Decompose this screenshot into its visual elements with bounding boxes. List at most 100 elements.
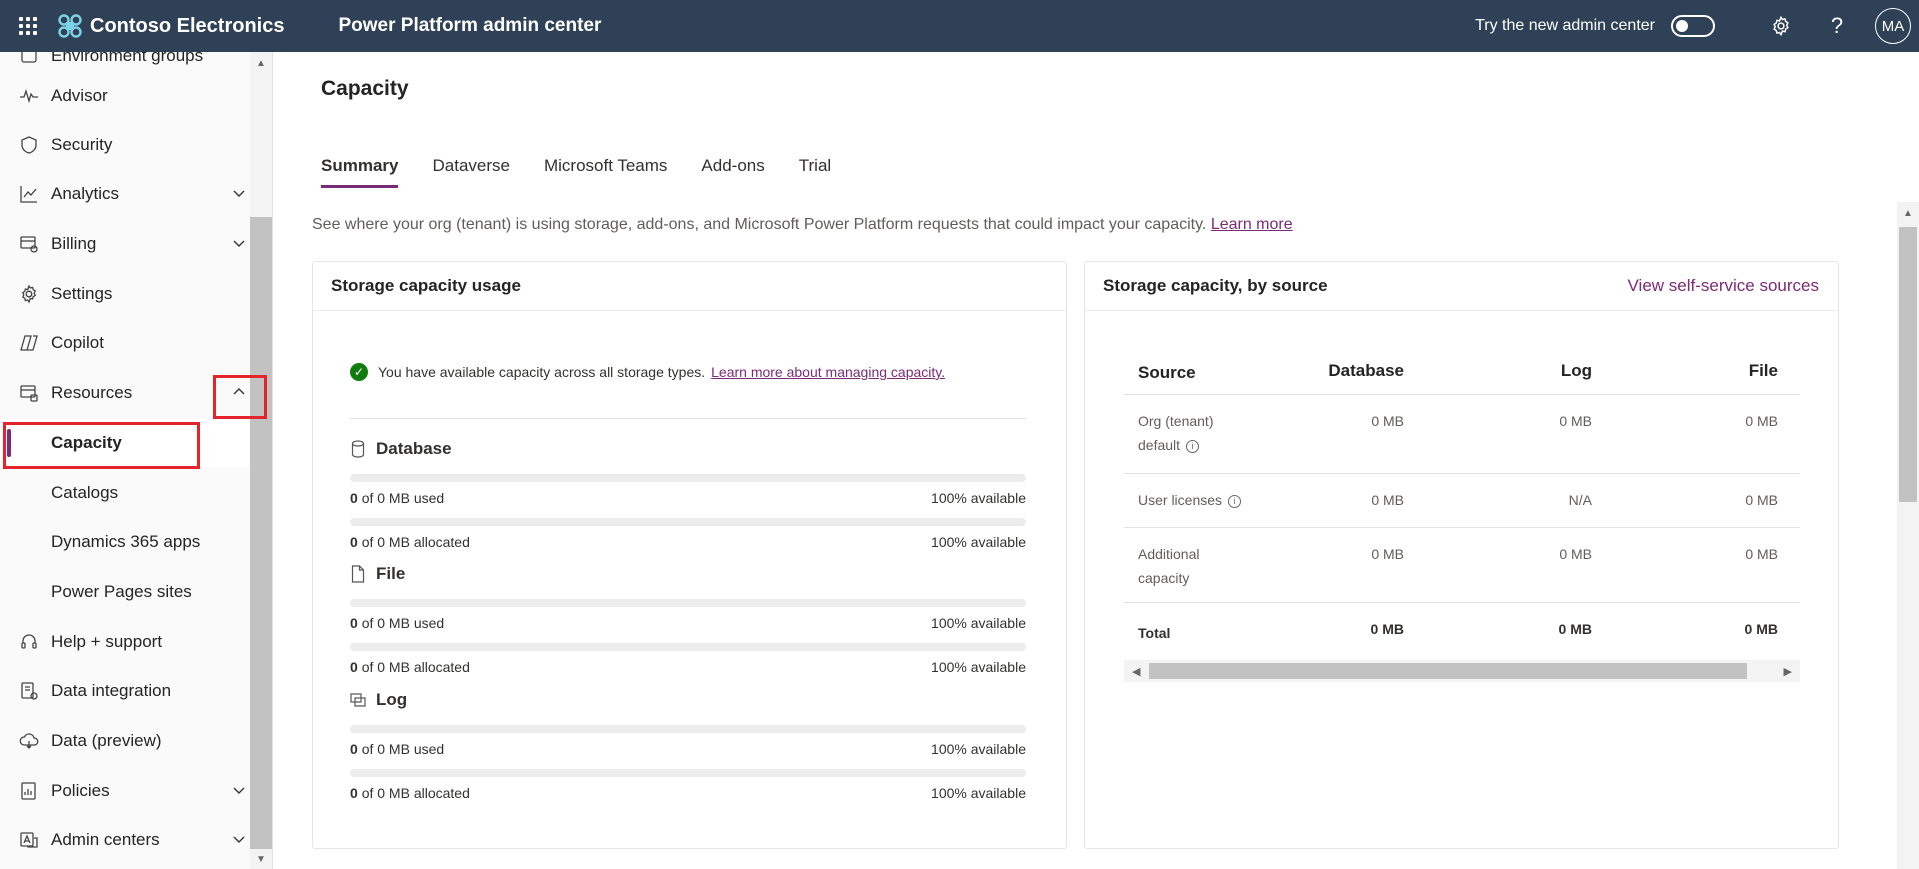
sidebar-item-power-pages-sites[interactable]: Power Pages sites (0, 568, 252, 616)
scroll-up-arrow-icon[interactable]: ▲ (1902, 208, 1914, 219)
view-self-service-sources-link[interactable]: View self-service sources (1628, 276, 1819, 296)
tab-summary[interactable]: Summary (321, 156, 399, 188)
copilot-icon (19, 333, 39, 353)
usage-detail: of 0 MB used (361, 615, 445, 631)
database-icon (351, 440, 365, 458)
learn-more-link[interactable]: Learn more (1211, 216, 1293, 233)
scroll-right-arrow-icon[interactable]: ▶ (1784, 665, 1792, 678)
page-title: Capacity (321, 77, 409, 100)
sidebar-item-data-integration[interactable]: Data integration (0, 667, 252, 715)
toggle-knob (1676, 20, 1688, 32)
brand-logo-icon (58, 14, 82, 38)
intro-sentence: See where your org (tenant) is using sto… (312, 216, 1207, 233)
tab-microsoft-teams[interactable]: Microsoft Teams (544, 156, 667, 188)
usage-text: 0 of 0 MB used (350, 490, 444, 506)
sidebar-item-label: Resources (51, 383, 133, 402)
usage-bar (350, 643, 1026, 651)
usage-text: 0 of 0 MB allocated (350, 659, 470, 675)
availability-text: 100% available (931, 741, 1026, 757)
sidebar-item-catalogs[interactable]: Catalogs (0, 469, 252, 517)
sidebar-item-dynamics-365-apps[interactable]: Dynamics 365 apps (0, 518, 252, 566)
column-header-file[interactable]: File (1749, 361, 1778, 381)
main-scrollbar[interactable]: ▲ (1897, 202, 1919, 869)
sidebar-item-advisor[interactable]: Advisor (0, 72, 252, 120)
usage-detail: of 0 MB allocated (361, 659, 470, 675)
headset-icon (19, 632, 39, 652)
gear-icon (1773, 15, 1789, 37)
brand[interactable]: Contoso Electronics (56, 12, 284, 40)
notice-text: You have available capacity across all s… (378, 364, 706, 380)
sidebar-item-billing[interactable]: Billing (0, 220, 252, 268)
usage-value: 0 (350, 741, 358, 757)
help-button[interactable]: ? (1809, 0, 1865, 52)
sidebar-item-policies[interactable]: Policies (0, 767, 252, 815)
sidebar-item-label: Help + support (51, 632, 163, 651)
sidebar-item-label: Dynamics 365 apps (51, 532, 201, 551)
usage-value: 0 (350, 615, 358, 631)
tab-add-ons[interactable]: Add-ons (701, 156, 764, 188)
sidebar-item-data-preview[interactable]: Data (preview) (0, 717, 252, 765)
log-cell: 0 MB (1559, 413, 1592, 429)
chart-line-icon (19, 184, 39, 204)
managing-capacity-link[interactable]: Learn more about managing capacity. (711, 364, 945, 380)
availability-text: 100% available (931, 615, 1026, 631)
scroll-left-arrow-icon[interactable]: ◀ (1132, 665, 1140, 678)
usage-value: 0 (350, 534, 358, 550)
tab-dataverse[interactable]: Dataverse (432, 156, 509, 188)
file-cell: 0 MB (1745, 492, 1778, 508)
main-scrollbar-thumb[interactable] (1899, 227, 1917, 502)
horizontal-scrollbar-thumb[interactable] (1149, 663, 1747, 679)
file-section-title: File (350, 562, 1026, 586)
database-section: Database 0 of 0 MB used 100% available 0… (350, 437, 1026, 562)
intro-text: See where your org (tenant) is using sto… (312, 216, 1293, 234)
column-header-log[interactable]: Log (1561, 361, 1592, 381)
sidebar-item-admin-centers[interactable]: Admin centers (0, 816, 252, 864)
sidebar-item-copilot[interactable]: Copilot (0, 319, 252, 367)
file-allocated-row: 0 of 0 MB allocated 100% available (350, 643, 1026, 687)
chevron-down-icon[interactable] (230, 234, 248, 252)
sidebar-scrollbar-thumb[interactable] (250, 217, 272, 849)
sidebar-item-label: Copilot (51, 333, 104, 352)
column-header-source[interactable]: Source (1138, 361, 1258, 385)
avatar[interactable]: MA (1875, 8, 1911, 44)
sidebar-item-label: Billing (51, 234, 97, 253)
usage-text: 0 of 0 MB used (350, 741, 444, 757)
usage-value: 0 (350, 659, 358, 675)
column-header-database[interactable]: Database (1328, 361, 1404, 381)
sidebar-item-settings[interactable]: Settings (0, 270, 252, 318)
log-cell: 0 MB (1559, 546, 1592, 562)
try-new-admin-center-toggle[interactable] (1671, 15, 1715, 37)
sidebar-scrollbar[interactable]: ▲ ▼ (250, 52, 272, 869)
chevron-down-icon[interactable] (230, 781, 248, 799)
database-allocated-row: 0 of 0 MB allocated 100% available (350, 518, 1026, 562)
pulse-icon (19, 86, 39, 106)
scroll-down-arrow-icon[interactable]: ▼ (255, 854, 267, 865)
table-horizontal-scrollbar[interactable]: ◀ ▶ (1124, 660, 1800, 682)
chevron-down-icon[interactable] (230, 184, 248, 202)
source-cell: Org (tenant) default i (1138, 409, 1233, 457)
data-integration-icon (19, 681, 39, 701)
availability-text: 100% available (931, 785, 1026, 801)
sidebar-item-label: Admin centers (51, 830, 160, 849)
database-cell: 0 MB (1371, 413, 1404, 429)
chevron-down-icon[interactable] (230, 830, 248, 848)
app-launcher-button[interactable] (0, 0, 56, 52)
gear-icon (19, 284, 39, 304)
table-row: Org (tenant) default i 0 MB 0 MB 0 MB (1124, 395, 1800, 474)
usage-text: 0 of 0 MB allocated (350, 534, 470, 550)
brand-name: Contoso Electronics (90, 14, 285, 37)
source-table: Source Database Log File Org (tenant) de… (1124, 347, 1800, 655)
sidebar: Environment groups Advisor Security Anal… (0, 52, 273, 869)
sidebar-item-help-support[interactable]: Help + support (0, 618, 252, 666)
product-title[interactable]: Power Platform admin center (338, 15, 601, 37)
sidebar-item-analytics[interactable]: Analytics (0, 170, 252, 218)
sidebar-item-security[interactable]: Security (0, 121, 252, 169)
environment-groups-icon (19, 52, 39, 66)
log-used-row: 0 of 0 MB used 100% available (350, 725, 1026, 769)
scroll-up-arrow-icon[interactable]: ▲ (255, 58, 267, 69)
info-icon[interactable]: i (1228, 494, 1242, 508)
info-icon[interactable]: i (1186, 439, 1200, 453)
settings-button[interactable] (1753, 0, 1809, 52)
tab-trial[interactable]: Trial (799, 156, 831, 188)
question-mark-icon: ? (1830, 13, 1844, 38)
